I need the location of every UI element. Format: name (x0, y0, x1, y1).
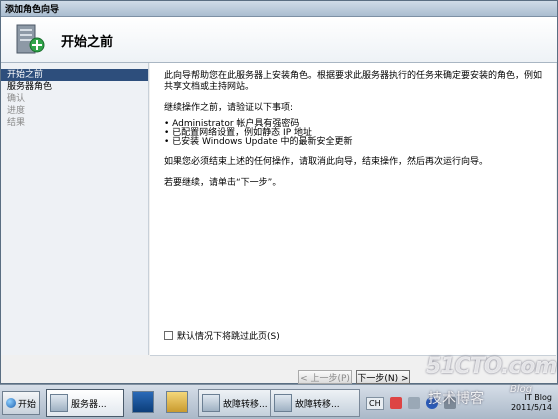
clock[interactable]: IT Blog 2011/5/14 (511, 393, 552, 413)
page-title: 开始之前 (61, 35, 114, 50)
list-item: 已安装 Windows Update 中的最新安全更新 (164, 138, 546, 147)
server-role-add-icon (16, 24, 45, 54)
next-button[interactable]: 下一步(N) > (356, 370, 410, 384)
clock-date: 2011/5/14 (510, 403, 552, 412)
nav-item-before-you-begin[interactable]: 开始之前 (1, 69, 148, 81)
windows-logo-icon (6, 398, 16, 408)
start-button[interactable]: 开始 (2, 391, 40, 415)
language-indicator[interactable]: CH (366, 396, 384, 410)
nav-item-progress: 进度 (7, 106, 26, 116)
taskbar-button-server-manager[interactable]: 服务器... (46, 389, 124, 417)
system-tray: CH IT Blog 2011/5/14 (362, 389, 556, 417)
clock-time: IT Blog (524, 393, 552, 402)
taskbar: 开始 服务器... 故障转移... 故障转移... CH IT Blog 201… (0, 384, 558, 419)
title-bar[interactable]: 添加角色向导 (1, 1, 557, 17)
failover-cluster-icon (202, 394, 220, 412)
skip-page-option[interactable]: 默认情况下将跳过此页(S) (164, 329, 280, 342)
nav-item-confirmation: 确认 (7, 94, 26, 104)
prereq-list: Administrator 帐户具有强密码 已配置网络设置，例如静态 IP 地址… (164, 120, 546, 147)
taskbar-button-label: 服务器... (71, 399, 107, 410)
wizard-header: 开始之前 (1, 17, 557, 63)
skip-page-checkbox[interactable] (164, 331, 173, 340)
continue-note: 若要继续，请单击“下一步”。 (164, 178, 282, 188)
wizard-window: 添加角色向导 开始之前 开始之前 服务器角色 确认 进度 结果 此向导帮助您在此… (0, 0, 558, 384)
nav-item-server-roles[interactable]: 服务器角色 (1, 81, 148, 93)
network-icon[interactable] (443, 397, 456, 409)
start-label: 开始 (18, 399, 37, 410)
wizard-content: 此向导帮助您在此服务器上安装角色。根据要求此服务器执行的任务来确定要安装的角色，… (150, 63, 556, 355)
cancel-note: 如果您必须结束上述的任何操作，请取消此向导，结束操作，然后再次运行向导。 (164, 157, 489, 167)
taskbar-button-label: 故障转移... (223, 399, 268, 410)
intro-text: 此向导帮助您在此服务器上安装角色。根据要求此服务器执行的任务来确定要安装的角色，… (164, 71, 543, 92)
keyboard-icon[interactable] (407, 397, 420, 409)
taskbar-button-label: 故障转移... (295, 399, 340, 410)
tray-app-icon[interactable] (389, 397, 402, 409)
folder-icon[interactable] (166, 391, 188, 413)
previous-button[interactable]: < 上一步(P) (298, 370, 352, 384)
help-icon[interactable] (425, 397, 438, 409)
wizard-footer: < 上一步(P) 下一步(N) > (150, 355, 556, 384)
powershell-icon[interactable] (132, 391, 154, 413)
failover-cluster-icon (274, 394, 292, 412)
wizard-nav: 开始之前 服务器角色 确认 进度 结果 (1, 63, 149, 355)
window-title: 添加角色向导 (5, 5, 60, 15)
taskbar-button-failover-2[interactable]: 故障转移... (270, 389, 360, 417)
nav-item-results: 结果 (7, 118, 26, 128)
skip-page-label: 默认情况下将跳过此页(S) (177, 332, 280, 342)
server-manager-icon (50, 394, 68, 412)
verify-heading: 继续操作之前，请验证以下事项: (164, 103, 294, 113)
